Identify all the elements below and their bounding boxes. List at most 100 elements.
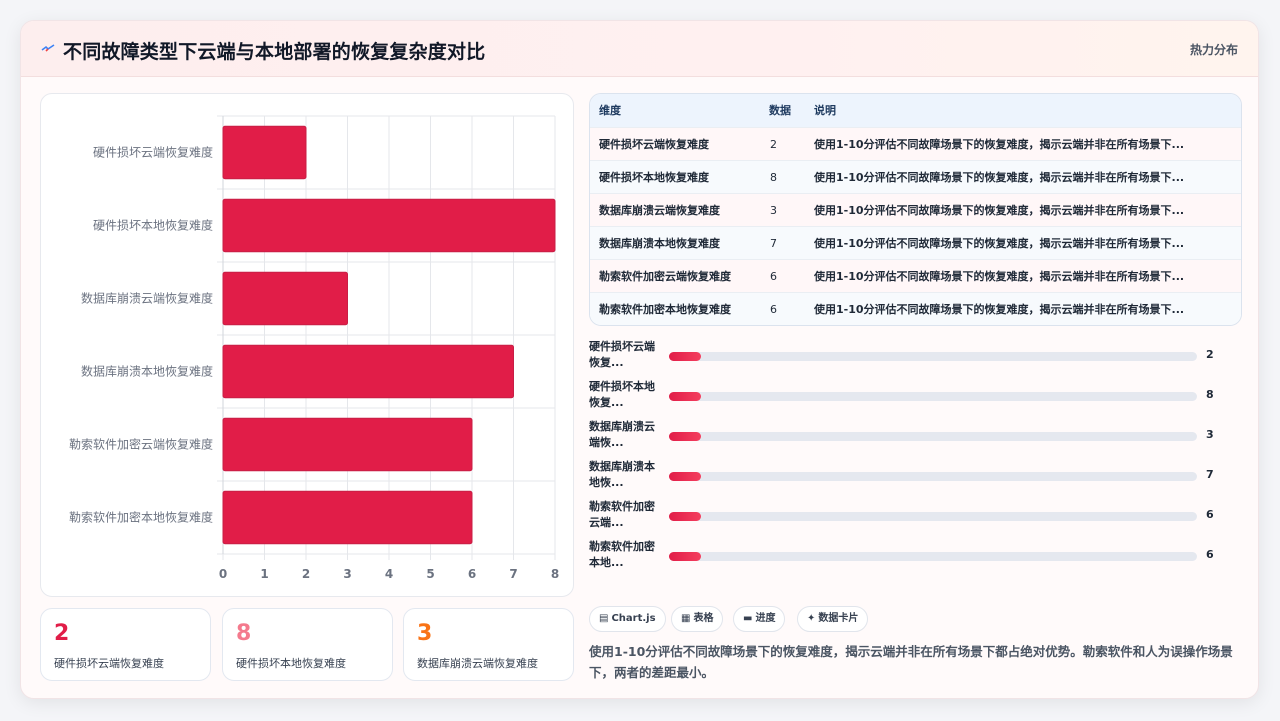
table-cell-desc: 使用1-10分评估不同故障场景下的恢复难度，揭示云端并非在所有场景下... [814,270,1185,283]
card-header: 不同故障类型下云端与本地部署的恢复复杂度对比 热力分布 [21,21,1258,77]
progress-fill [669,352,701,361]
progress-label: 勒索软件加密 本地... [589,540,655,569]
stat-card-3: 3 数据库崩溃云端恢复难度 [403,608,574,681]
table-cell-name: 勒索软件加密云端恢复难度 [599,270,731,283]
progress-track [669,552,1197,561]
summary-text: 使用1-10分评估不同故障场景下的恢复难度，揭示云端并非在所有场景下都占绝对优势… [589,644,1233,680]
table-cell-value: 7 [770,237,777,250]
progress-value: 6 [1206,548,1214,561]
progress-row: 数据库崩溃云 端恢... 3 [589,419,1242,455]
sparkle-icon: ✦ [807,613,816,624]
table-cell-name: 数据库崩溃本地恢复难度 [599,237,720,250]
bar-chart-panel: 0 1 2 3 4 5 6 7 8 硬件损坏云端恢复难度 硬件损坏本地恢复难度 数据库崩溃云端恢复难度… [40,93,574,597]
progress-icon: ▬ [743,613,753,624]
table-cell-name: 数据库崩溃云端恢复难度 [599,204,720,217]
x-tick-label: 3 [343,567,351,581]
lightning-icon [41,44,55,52]
progress-label: 硬件损坏云端 恢复... [589,340,655,369]
progress-label: 数据库崩溃云 端恢... [589,420,655,449]
progress-fill [669,512,701,521]
progress-track [669,352,1197,361]
chip-table[interactable]: ▦ 表格 [671,606,724,632]
progress-track [669,512,1197,521]
data-table: 维度 数据 说明 硬件损坏云端恢复难度 2 使用1-10分评估不同故障场景下的恢… [589,93,1242,326]
progress-label: 勒索软件加密 云端... [589,500,655,529]
stat-label: 硬件损坏本地恢复难度 [236,657,346,670]
progress-value: 8 [1206,388,1214,401]
bar [222,417,473,472]
chip-data-card[interactable]: ✦ 数据卡片 [797,606,869,632]
table-cell-name: 硬件损坏云端恢复难度 [599,138,709,151]
x-tick-label: 1 [260,567,268,581]
progress-fill [669,552,701,561]
header-tag: 热力分布 [1189,43,1238,57]
table-icon: ▦ [681,613,691,624]
table-cell-desc: 使用1-10分评估不同故障场景下的恢复难度，揭示云端并非在所有场景下... [814,204,1185,217]
table-cell-name: 硬件损坏本地恢复难度 [599,171,709,184]
chip-chartjs[interactable]: ▤ Chart.js [589,606,666,632]
stat-card-2: 8 硬件损坏本地恢复难度 [222,608,393,681]
bar [222,125,307,180]
progress-label: 硬件损坏本地 恢复... [589,380,655,409]
y-category-label: 硬件损坏云端恢复难度 [93,145,213,160]
table-row: 数据库崩溃云端恢复难度 3 使用1-10分评估不同故障场景下的恢复难度，揭示云端… [590,193,1241,226]
progress-label: 数据库崩溃本 地恢... [589,460,655,489]
progress-row: 硬件损坏本地 恢复... 8 [589,379,1242,415]
progress-value: 7 [1206,468,1214,481]
stat-card-1: 2 硬件损坏云端恢复难度 [40,608,211,681]
progress-row: 硬件损坏云端 恢复... 2 [589,339,1242,375]
stat-value: 2 [54,621,70,646]
progress-track [669,472,1197,481]
y-category-label: 硬件损坏本地恢复难度 [93,218,213,233]
progress-row: 数据库崩溃本 地恢... 7 [589,459,1242,495]
table-header-value: 数据 [769,104,791,117]
x-tick-label: 7 [509,567,517,581]
bar-chart: 0 1 2 3 4 5 6 7 8 硬件损坏云端恢复难度硬件损坏本地恢复难度数据库崩溃云端恢复难度… [69,115,559,581]
y-category-label: 勒索软件加密本地恢复难度 [69,510,213,525]
stat-label: 数据库崩溃云端恢复难度 [417,657,538,670]
table-cell-value: 6 [770,303,777,316]
table-cell-name: 勒索软件加密本地恢复难度 [599,303,731,316]
table-row: 硬件损坏本地恢复难度 8 使用1-10分评估不同故障场景下的恢复难度，揭示云端并… [590,160,1241,193]
table-cell-value: 6 [770,270,777,283]
table-row: 数据库崩溃本地恢复难度 7 使用1-10分评估不同故障场景下的恢复难度，揭示云端… [590,226,1241,259]
progress-track [669,432,1197,441]
y-category-label: 数据库崩溃云端恢复难度 [81,291,213,306]
stat-value: 3 [417,621,433,646]
table-header-dimension: 维度 [599,104,621,117]
x-tick-label: 5 [426,567,434,581]
progress-row: 勒索软件加密 云端... 6 [589,499,1242,535]
x-tick-label: 4 [385,567,393,581]
progress-track [669,392,1197,401]
y-category-label: 数据库崩溃本地恢复难度 [81,364,213,379]
stat-value: 8 [236,621,252,646]
progress-value: 3 [1206,428,1214,441]
progress-fill [669,432,701,441]
table-cell-desc: 使用1-10分评估不同故障场景下的恢复难度，揭示云端并非在所有场景下... [814,171,1185,184]
chip-progress[interactable]: ▬ 进度 [733,606,786,632]
table-row: 勒索软件加密云端恢复难度 6 使用1-10分评估不同故障场景下的恢复难度，揭示云… [590,259,1241,292]
stat-label: 硬件损坏云端恢复难度 [54,657,164,670]
bar-chart-icon: ▤ [599,613,609,624]
y-category-label: 勒索软件加密云端恢复难度 [69,437,213,452]
table-cell-value: 2 [770,138,777,151]
table-cell-desc: 使用1-10分评估不同故障场景下的恢复难度，揭示云端并非在所有场景下... [814,138,1185,151]
progress-fill [669,472,701,481]
x-tick-label: 6 [468,567,476,581]
bar [222,490,473,545]
progress-value: 2 [1206,348,1214,361]
table-header-desc: 说明 [814,104,836,117]
table-row: 勒索软件加密本地恢复难度 6 使用1-10分评估不同故障场景下的恢复难度，揭示云… [590,292,1241,325]
dashboard-card: 不同故障类型下云端与本地部署的恢复复杂度对比 热力分布 0 1 2 3 4 5 6 7 8 硬件损… [20,20,1259,699]
table-row: 硬件损坏云端恢复难度 2 使用1-10分评估不同故障场景下的恢复难度，揭示云端并… [590,127,1241,160]
x-tick-label: 2 [302,567,310,581]
progress-fill [669,392,701,401]
page-title: 不同故障类型下云端与本地部署的恢复复杂度对比 [63,41,486,63]
bar [222,344,514,399]
progress-value: 6 [1206,508,1214,521]
bar [222,271,348,326]
table-header-row: 维度 数据 说明 [590,94,1241,127]
x-tick-label: 8 [551,567,559,581]
table-cell-value: 3 [770,204,777,217]
table-cell-value: 8 [770,171,777,184]
